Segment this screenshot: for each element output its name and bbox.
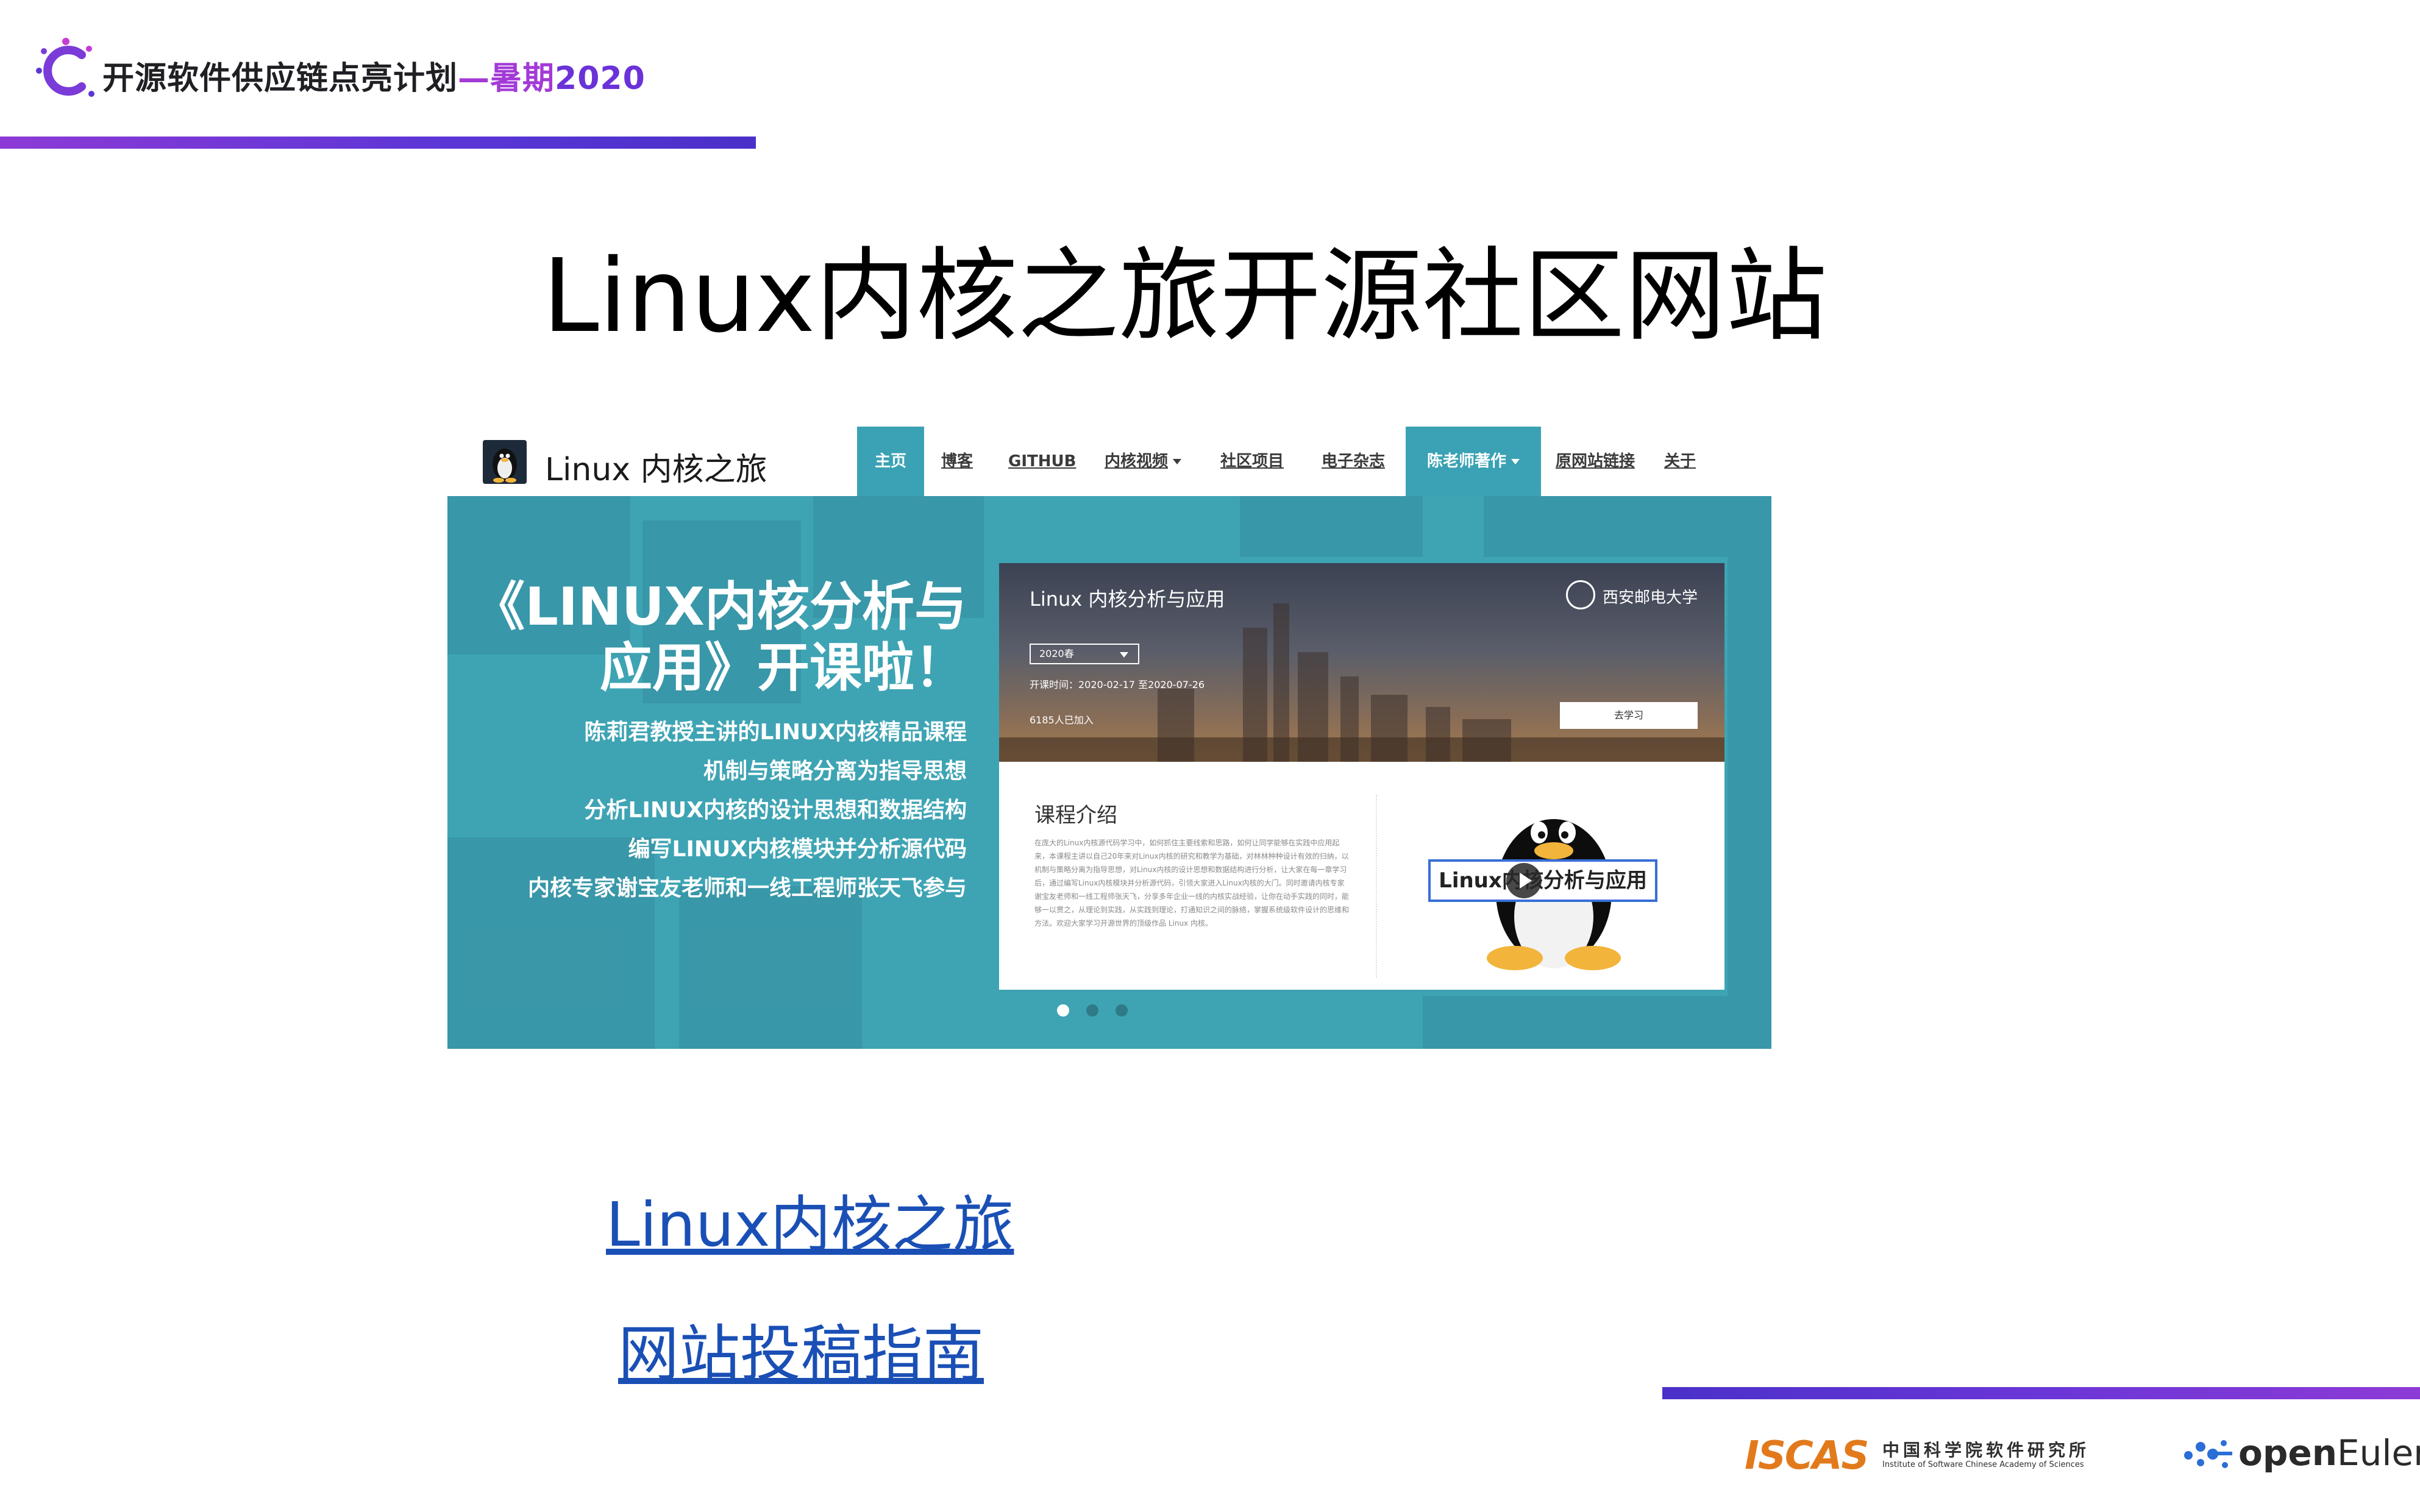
hero-title-line-2: 应用》开课啦！ <box>600 637 967 698</box>
course-card[interactable]: Linux 内核分析与应用 西安邮电大学 2020春 开课时间：2020-02-… <box>999 563 1724 990</box>
enrolled-count: 6185人已加入 <box>1030 714 1094 726</box>
nav-teacher-books[interactable]: 陈老师著作 <box>1406 427 1541 496</box>
chevron-down-icon <box>1173 459 1182 464</box>
openeuler-open: open <box>2238 1432 2337 1474</box>
nav-community-projects[interactable]: 社区项目 <box>1220 427 1284 496</box>
openeuler-euler: Euler <box>2337 1432 2420 1474</box>
play-icon[interactable] <box>1506 863 1542 898</box>
hero-point: 内核专家谢宝友老师和一线工程师张天飞参与 <box>527 876 967 901</box>
course-banner: Linux 内核分析与应用 西安邮电大学 2020春 开课时间：2020-02-… <box>999 563 1724 762</box>
nav-teacher-books-label: 陈老师著作 <box>1426 452 1506 470</box>
program-title-dash: — <box>458 60 491 97</box>
chevron-down-icon <box>1120 652 1128 658</box>
iscas-name-en: Institute of Software Chinese Academy of… <box>1882 1460 2084 1469</box>
site-name[interactable]: Linux 内核之旅 <box>545 444 767 489</box>
header-accent-bar <box>0 137 756 149</box>
nav-home[interactable]: 主页 <box>857 427 924 496</box>
nav-kernel-videos-label: 内核视频 <box>1105 452 1169 470</box>
website-screenshot: Linux 内核之旅 主页 博客 GITHUB 内核视频 社区项目 电子杂志 陈… <box>447 427 1771 1049</box>
go-study-button[interactable]: 去学习 <box>1560 702 1698 729</box>
iscas-logo: ISCAS <box>1745 1433 1869 1478</box>
nav-original-site[interactable]: 原网站链接 <box>1556 427 1635 496</box>
hero-point: 编写LINUX内核模块并分析源代码 <box>628 837 967 862</box>
hero-title: 《LINUX内核分析与 应用》开课啦！ <box>447 577 967 698</box>
site-navbar: Linux 内核之旅 主页 博客 GITHUB 内核视频 社区项目 电子杂志 陈… <box>447 427 1771 496</box>
iscas-name-cn: 中国科学院软件研究所 <box>1882 1440 2090 1460</box>
carousel-dot[interactable] <box>1057 1004 1069 1017</box>
nav-about[interactable]: 关于 <box>1664 427 1696 496</box>
term-select-value: 2020春 <box>1039 648 1074 659</box>
hero-point: 机制与策略分离为指导思想 <box>703 759 967 784</box>
link-linux-kernel-journey[interactable]: Linux内核之旅 <box>606 1175 1014 1263</box>
hero-title-line-1: 《LINUX内核分析与 <box>472 577 967 637</box>
nav-kernel-videos[interactable]: 内核视频 <box>1105 427 1182 496</box>
term-select[interactable]: 2020春 <box>1030 644 1139 664</box>
course-dates: 开课时间：2020-02-17 至2020-07-26 <box>1030 679 1205 690</box>
course-name: Linux 内核分析与应用 <box>1030 587 1225 611</box>
openeuler-logo-icon <box>2184 1440 2232 1468</box>
nav-github[interactable]: GITHUB <box>1008 427 1076 496</box>
program-title-season: 暑期 <box>490 60 555 97</box>
carousel-dot[interactable] <box>1116 1004 1128 1017</box>
carousel-dot[interactable] <box>1086 1004 1098 1017</box>
chevron-down-icon <box>1511 459 1520 464</box>
program-title-prefix: 开源软件供应链点亮计划 <box>102 60 458 97</box>
university-emblem-icon <box>1566 580 1595 609</box>
nav-blog[interactable]: 博客 <box>941 427 973 496</box>
slide-title: Linux内核之旅开源社区网站 <box>543 238 1827 355</box>
university-name: 西安邮电大学 <box>1603 589 1698 607</box>
video-title-label: Linux内核分析与应用 <box>1428 859 1657 902</box>
hero-point: 陈莉君教授主讲的LINUX内核精品课程 <box>584 720 967 745</box>
divider <box>1376 795 1377 978</box>
hero-carousel: 《LINUX内核分析与 应用》开课啦！ 陈莉君教授主讲的LINUX内核精品课程 … <box>447 496 1771 1049</box>
course-intro-title: 课程介绍 <box>1034 803 1117 828</box>
openeuler-wordmark: openEuler <box>2238 1432 2420 1474</box>
nav-e-magazine[interactable]: 电子杂志 <box>1322 427 1385 496</box>
hero-point: 分析LINUX内核的设计思想和数据结构 <box>584 798 967 823</box>
program-title: 开源软件供应链点亮计划—暑期2020 <box>102 52 646 98</box>
program-logo-icon <box>36 38 94 97</box>
program-title-year: 2020 <box>555 60 646 97</box>
tux-logo-icon <box>483 440 527 484</box>
course-intro-text: 在庞大的Linux内核源代码学习中，如何抓住主要线索和思路，如何让同学能够在实践… <box>1034 839 1350 928</box>
footer-accent-bar <box>1662 1387 2420 1399</box>
link-submission-guide[interactable]: 网站投稿指南 <box>618 1304 984 1393</box>
